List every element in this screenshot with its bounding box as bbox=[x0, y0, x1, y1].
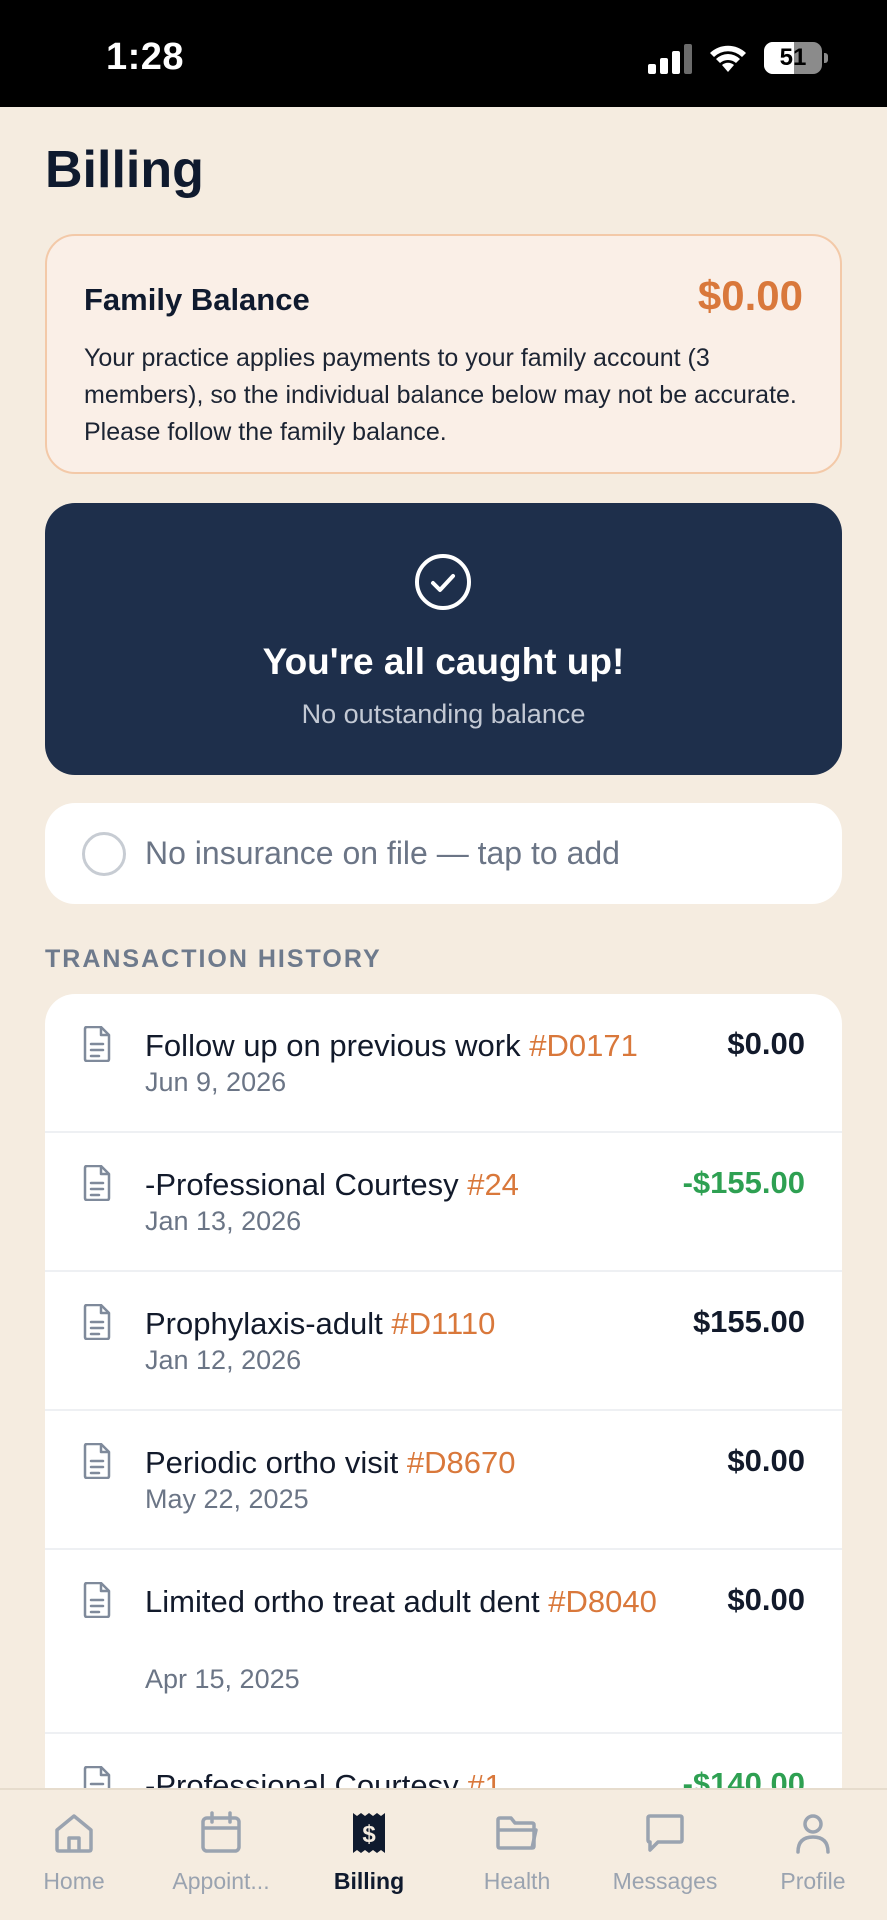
transaction-description: Limited ortho treat adult dent bbox=[145, 1584, 540, 1619]
transaction-name: Follow up on previous work #D0171 bbox=[145, 1024, 685, 1068]
transaction-amount: -$155.00 bbox=[682, 1165, 805, 1200]
document-icon bbox=[82, 1025, 112, 1063]
family-balance-title: Family Balance bbox=[84, 282, 310, 317]
transaction-amount: $0.00 bbox=[727, 1443, 805, 1478]
insurance-text: No insurance on file — tap to add bbox=[145, 835, 620, 871]
transaction-code: #24 bbox=[467, 1167, 519, 1202]
insurance-radio-icon bbox=[82, 832, 126, 876]
nav-label: Appoint... bbox=[172, 1868, 270, 1894]
person-icon bbox=[790, 1810, 836, 1856]
battery-icon: 51 bbox=[764, 42, 828, 74]
billing-receipt-icon: $ bbox=[346, 1810, 392, 1856]
signal-icon bbox=[648, 44, 692, 74]
nav-item-profile[interactable]: Profile bbox=[739, 1810, 887, 1910]
transaction-date: Jun 9, 2026 bbox=[145, 1067, 287, 1097]
nav-label: Billing bbox=[333, 1868, 405, 1894]
transaction-row[interactable]: Periodic ortho visit #D8670 May 22, 2025 $… bbox=[45, 1411, 842, 1550]
nav-label: Profile bbox=[780, 1868, 846, 1894]
nav-item-messages[interactable]: Messages bbox=[591, 1810, 739, 1910]
transaction-description: -Professional Courtesy bbox=[145, 1167, 459, 1202]
transaction-history-header: TRANSACTION HISTORY bbox=[45, 945, 382, 973]
nav-label: Health bbox=[483, 1868, 551, 1894]
wifi-icon bbox=[710, 45, 746, 72]
transaction-code: #D0171 bbox=[529, 1028, 638, 1063]
svg-text:$: $ bbox=[362, 1821, 376, 1848]
document-icon bbox=[82, 1164, 112, 1202]
nav-item-home[interactable]: Home bbox=[0, 1810, 148, 1910]
transaction-amount: $0.00 bbox=[727, 1026, 805, 1061]
transaction-description: Periodic ortho visit bbox=[145, 1445, 399, 1480]
add-insurance-button[interactable]: No insurance on file — tap to add bbox=[45, 803, 842, 904]
battery-level-text: 51 bbox=[779, 44, 807, 71]
transaction-name: Periodic ortho visit #D8670 bbox=[145, 1441, 685, 1485]
transaction-row[interactable]: Follow up on previous work #D0171 Jun 9, … bbox=[45, 994, 842, 1133]
caught-up-title: You're all caught up! bbox=[262, 641, 625, 682]
status-bar: 1:28 51 bbox=[0, 0, 887, 107]
message-icon bbox=[642, 1810, 688, 1856]
nav-label: Home bbox=[43, 1868, 105, 1894]
transaction-description: Follow up on previous work bbox=[145, 1028, 521, 1063]
bottom-nav: Home Appoint... $ Billing Health Messages Prof… bbox=[0, 1788, 887, 1920]
transaction-date: Jan 12, 2026 bbox=[145, 1345, 302, 1375]
document-icon bbox=[82, 1581, 112, 1619]
family-balance-card: Family Balance $0.00 Your practice appli… bbox=[45, 234, 842, 474]
transaction-date: May 22, 2025 bbox=[145, 1484, 309, 1514]
transaction-name: Prophylaxis-adult #D1110 bbox=[145, 1302, 685, 1346]
page-title: Billing bbox=[45, 141, 204, 199]
family-balance-description: Your practice applies payments to your f… bbox=[84, 344, 797, 446]
caught-up-card: You're all caught up! No outstanding bal… bbox=[45, 503, 842, 775]
document-icon bbox=[82, 1442, 112, 1480]
transaction-row[interactable]: Prophylaxis-adult #D1110 Jan 12, 2026 $155… bbox=[45, 1272, 842, 1411]
transaction-description: Prophylaxis-adult bbox=[145, 1306, 383, 1341]
folder-icon bbox=[494, 1810, 540, 1856]
transaction-name: -Professional Courtesy #24 bbox=[145, 1163, 685, 1207]
nav-item-health[interactable]: Health bbox=[443, 1810, 591, 1910]
status-time: 1:28 bbox=[106, 36, 185, 78]
family-balance-amount: $0.00 bbox=[697, 272, 803, 319]
home-icon bbox=[51, 1810, 97, 1856]
check-circle-icon bbox=[415, 554, 471, 610]
nav-item-appoint[interactable]: Appoint... bbox=[147, 1810, 295, 1910]
transaction-row[interactable]: -Professional Courtesy #24 Jan 13, 2026 -$… bbox=[45, 1133, 842, 1272]
transaction-date: Apr 15, 2025 bbox=[145, 1664, 300, 1694]
transaction-list: Follow up on previous work #D0171 Jun 9, … bbox=[45, 994, 842, 1800]
nav-label: Messages bbox=[612, 1868, 718, 1894]
transaction-code: #D1110 bbox=[391, 1306, 496, 1341]
transaction-code: #D8040 bbox=[548, 1584, 657, 1619]
transaction-amount: $155.00 bbox=[692, 1304, 805, 1339]
transaction-date: Jan 13, 2026 bbox=[145, 1206, 302, 1236]
caught-up-subtitle: No outstanding balance bbox=[301, 699, 586, 729]
transaction-amount: $0.00 bbox=[727, 1582, 805, 1617]
transaction-row[interactable]: Limited ortho treat adult dent #D8040 Apr… bbox=[45, 1550, 842, 1734]
document-icon bbox=[82, 1303, 112, 1341]
transaction-name: Limited ortho treat adult dent #D8040 bbox=[145, 1580, 685, 1624]
transaction-code: #D8670 bbox=[406, 1445, 516, 1480]
calendar-icon bbox=[198, 1810, 244, 1856]
nav-item-billing[interactable]: $ Billing bbox=[295, 1810, 443, 1910]
